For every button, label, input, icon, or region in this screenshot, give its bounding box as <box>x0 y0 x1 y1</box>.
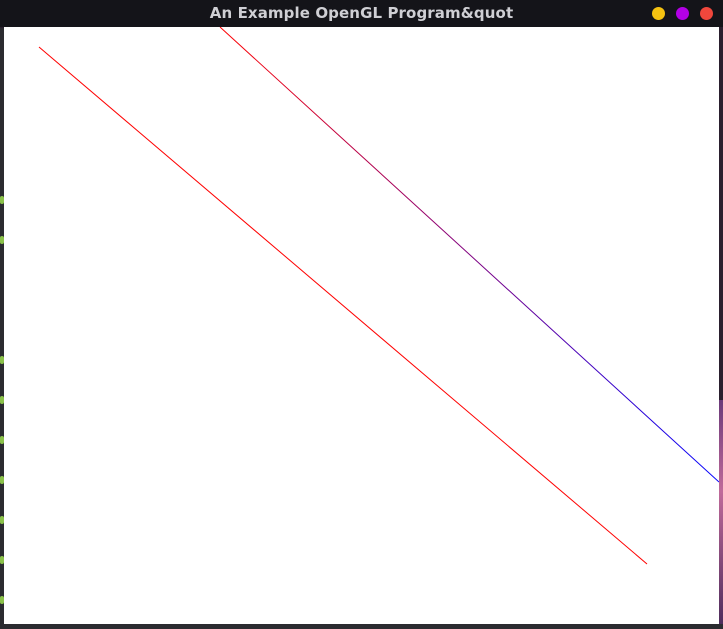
window-title: An Example OpenGL Program&quot <box>209 4 514 22</box>
canvas-drawing <box>38 27 719 565</box>
opengl-window: An Example OpenGL Program&quot <box>0 0 723 629</box>
window-controls <box>652 7 713 20</box>
window-bottom-border <box>0 624 723 629</box>
purple-blue-line <box>219 27 719 483</box>
maximize-button[interactable] <box>676 7 689 20</box>
minimize-button[interactable] <box>652 7 665 20</box>
opengl-canvas[interactable] <box>4 27 719 624</box>
window-titlebar[interactable]: An Example OpenGL Program&quot <box>0 0 723 27</box>
red-line <box>38 46 648 565</box>
close-button[interactable] <box>700 7 713 20</box>
